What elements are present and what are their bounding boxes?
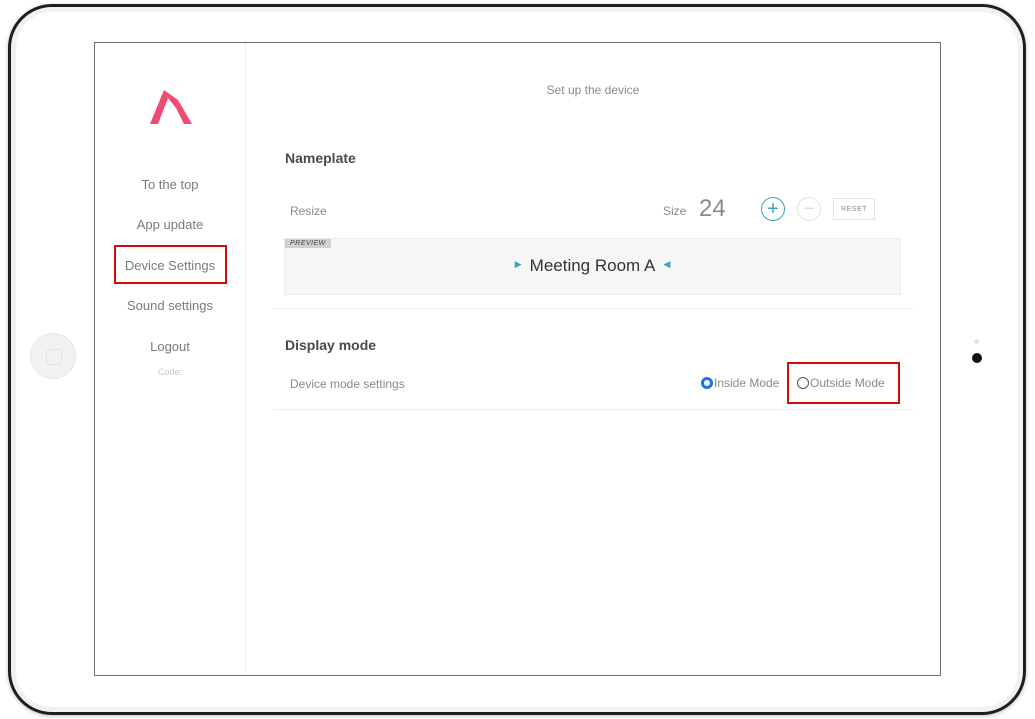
reset-button[interactable]: RESET: [833, 198, 875, 220]
decrease-size-button[interactable]: −: [797, 197, 821, 221]
nameplate-heading: Nameplate: [285, 150, 356, 166]
home-button[interactable]: [30, 333, 76, 379]
highlight-outside-mode: [787, 362, 900, 404]
sidebar: To the top App update Device Settings So…: [95, 43, 246, 675]
code-label: Code:: [157, 367, 183, 377]
sidebar-item-top[interactable]: To the top: [95, 177, 245, 192]
nameplate-preview: PREVIEW ▶ Meeting Room A ◀: [284, 238, 901, 295]
preview-tag: PREVIEW: [285, 239, 331, 248]
highlight-device-settings: [114, 245, 227, 284]
device-mode-label: Device mode settings: [290, 377, 405, 391]
camera-dot: [972, 353, 982, 363]
triangle-left-icon: ◀: [663, 259, 671, 270]
section-divider: [273, 308, 913, 309]
sidebar-item-app-update[interactable]: App update: [95, 217, 245, 232]
page-title: Set up the device: [546, 83, 640, 97]
section-divider-bottom: [273, 409, 913, 410]
resize-label: Resize: [290, 204, 327, 218]
plus-icon: +: [767, 198, 779, 220]
app-screen: To the top App update Device Settings So…: [94, 42, 941, 676]
sensor-dot: [974, 339, 979, 344]
increase-size-button[interactable]: +: [761, 197, 785, 221]
inside-mode-label: Inside Mode: [714, 376, 780, 390]
sidebar-item-sound-settings[interactable]: Sound settings: [95, 298, 245, 313]
display-mode-heading: Display mode: [285, 337, 377, 353]
radio-checked-icon: [701, 377, 713, 389]
brand-logo-icon: [150, 90, 192, 124]
sidebar-item-logout[interactable]: Logout: [95, 339, 245, 354]
size-value: 24: [699, 195, 726, 222]
size-label: Size: [663, 204, 687, 218]
triangle-right-icon: ▶: [514, 259, 522, 270]
preview-content: ▶ Meeting Room A ◀: [285, 256, 900, 276]
radio-inside-mode[interactable]: Inside Mode: [701, 376, 779, 390]
preview-text: Meeting Room A: [529, 256, 656, 275]
minus-icon: −: [803, 198, 815, 220]
